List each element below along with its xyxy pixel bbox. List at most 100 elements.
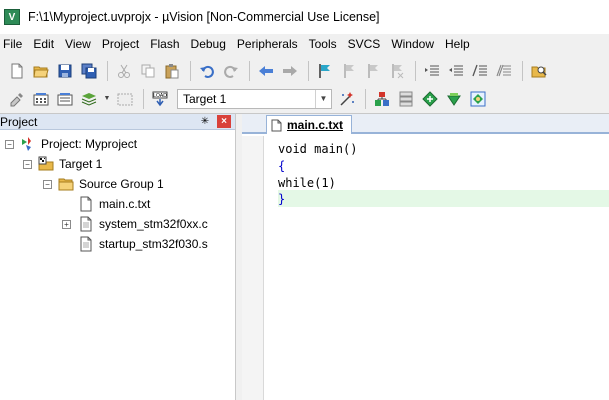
file-icon bbox=[80, 236, 92, 252]
menu-window[interactable]: Window bbox=[387, 37, 441, 51]
unindent-button[interactable] bbox=[445, 60, 467, 82]
project-panel-title: Project bbox=[0, 114, 38, 129]
file-icon bbox=[80, 196, 92, 212]
copy-icon bbox=[141, 64, 155, 78]
menu-bar: File Edit View Project Flash Debug Perip… bbox=[0, 34, 609, 54]
menu-edit[interactable]: Edit bbox=[29, 37, 61, 51]
find-in-files-icon bbox=[531, 66, 547, 78]
toolbar-separator bbox=[249, 61, 250, 81]
pin-icon[interactable]: ✳ bbox=[199, 116, 211, 128]
bookmark-icon bbox=[319, 64, 330, 78]
rebuild-icon bbox=[57, 92, 73, 105]
translate-icon bbox=[10, 92, 23, 106]
navigate-forward-button[interactable] bbox=[279, 60, 301, 82]
uncomment-button[interactable] bbox=[493, 60, 515, 82]
indent-button[interactable] bbox=[421, 60, 443, 82]
stop-build-button[interactable] bbox=[114, 88, 136, 110]
select-packs-button[interactable] bbox=[419, 88, 441, 110]
redo-button[interactable] bbox=[220, 60, 242, 82]
menu-tools[interactable]: Tools bbox=[305, 37, 344, 51]
menu-file[interactable]: File bbox=[0, 37, 29, 51]
toolbar-separator bbox=[415, 61, 416, 81]
pack-installer-icon bbox=[447, 92, 461, 106]
manage-components-button[interactable] bbox=[467, 88, 489, 110]
paste-button[interactable] bbox=[161, 60, 183, 82]
close-icon[interactable]: × bbox=[217, 115, 231, 128]
next-bookmark-button[interactable] bbox=[362, 60, 384, 82]
tab-main-c-txt[interactable]: main.c.txt bbox=[266, 115, 352, 134]
save-button[interactable] bbox=[54, 60, 76, 82]
editor-gutter bbox=[242, 136, 264, 400]
cut-button[interactable] bbox=[113, 60, 135, 82]
chevron-down-icon[interactable]: ▼ bbox=[315, 89, 331, 108]
collapse-icon[interactable]: − bbox=[5, 139, 14, 149]
build-button[interactable] bbox=[30, 88, 52, 110]
toolbar-separator bbox=[365, 88, 366, 109]
folder-icon bbox=[58, 178, 74, 191]
tree-item-label: main.c.txt bbox=[99, 197, 151, 211]
project-panel-header: Project ✳ × bbox=[0, 114, 235, 130]
code-line[interactable]: void main() bbox=[278, 140, 609, 157]
copy-button[interactable] bbox=[137, 60, 159, 82]
target-options-button[interactable] bbox=[336, 88, 358, 110]
manage-components-icon bbox=[470, 91, 486, 106]
clear-bookmarks-button[interactable] bbox=[386, 60, 408, 82]
open-button[interactable] bbox=[30, 60, 52, 82]
menu-project[interactable]: Project bbox=[98, 37, 146, 51]
batch-build-icon bbox=[81, 92, 97, 106]
tree-item-project[interactable]: − Project: Myproject bbox=[5, 135, 137, 153]
batch-build-button[interactable] bbox=[78, 88, 100, 110]
download-button[interactable]: LOAD bbox=[149, 88, 171, 110]
target-select[interactable]: Target 1 ▼ bbox=[177, 88, 332, 109]
uvision-app-icon[interactable]: V bbox=[4, 9, 20, 25]
tree-item-file[interactable]: + system_stm32f0xx.c bbox=[62, 215, 208, 233]
menu-peripherals[interactable]: Peripherals bbox=[233, 37, 305, 51]
manage-run-time-button[interactable] bbox=[395, 88, 417, 110]
tree-item-file[interactable]: main.c.txt bbox=[78, 195, 150, 213]
paste-icon bbox=[165, 64, 179, 79]
tree-item-label: startup_stm32f030.s bbox=[99, 237, 208, 251]
collapse-icon[interactable]: − bbox=[43, 179, 52, 189]
find-in-files-button[interactable] bbox=[528, 60, 550, 82]
menu-debug[interactable]: Debug bbox=[187, 37, 233, 51]
build-icon bbox=[33, 92, 49, 105]
save-all-button[interactable] bbox=[78, 60, 100, 82]
uncomment-icon bbox=[496, 64, 511, 77]
menu-view[interactable]: View bbox=[61, 37, 98, 51]
menu-flash[interactable]: Flash bbox=[146, 37, 186, 51]
file-extensions-button[interactable] bbox=[371, 88, 393, 110]
code-line[interactable]: while(1) bbox=[278, 174, 609, 191]
tree-item-target[interactable]: − Target 1 bbox=[23, 155, 102, 173]
undo-button[interactable] bbox=[196, 60, 218, 82]
menu-svcs[interactable]: SVCS bbox=[344, 37, 388, 51]
bookmark-button[interactable] bbox=[314, 60, 336, 82]
menu-help[interactable]: Help bbox=[441, 37, 477, 51]
chevron-down-icon: ▼ bbox=[103, 95, 111, 102]
file-extensions-icon bbox=[375, 91, 389, 106]
tree-item-file[interactable]: startup_stm32f030.s bbox=[78, 235, 208, 253]
save-all-icon bbox=[81, 63, 97, 79]
clear-bookmarks-icon bbox=[392, 64, 404, 79]
code-line-current[interactable]: } bbox=[278, 190, 609, 207]
standard-toolbar bbox=[0, 56, 609, 86]
navigate-back-button[interactable] bbox=[255, 60, 277, 82]
tab-label: main.c.txt bbox=[287, 118, 344, 132]
stop-build-icon bbox=[117, 93, 133, 105]
expand-icon[interactable]: + bbox=[62, 219, 71, 229]
translate-button[interactable] bbox=[6, 88, 28, 110]
comment-button[interactable] bbox=[469, 60, 491, 82]
toolbar-separator bbox=[143, 88, 144, 109]
target-options-icon bbox=[340, 91, 354, 106]
next-bookmark-icon bbox=[368, 64, 378, 78]
new-file-button[interactable] bbox=[6, 60, 28, 82]
svg-text:LOAD: LOAD bbox=[153, 93, 167, 99]
collapse-icon[interactable]: − bbox=[23, 159, 32, 169]
batch-dropdown-button[interactable]: ▼ bbox=[102, 88, 112, 110]
unindent-icon bbox=[449, 65, 463, 76]
tree-item-source-group[interactable]: − Source Group 1 bbox=[43, 175, 164, 193]
editor-pane: main.c.txt void main() { while(1) } bbox=[242, 114, 609, 400]
pack-installer-button[interactable] bbox=[443, 88, 465, 110]
rebuild-button[interactable] bbox=[54, 88, 76, 110]
prev-bookmark-button[interactable] bbox=[338, 60, 360, 82]
code-line[interactable]: { bbox=[278, 157, 609, 174]
